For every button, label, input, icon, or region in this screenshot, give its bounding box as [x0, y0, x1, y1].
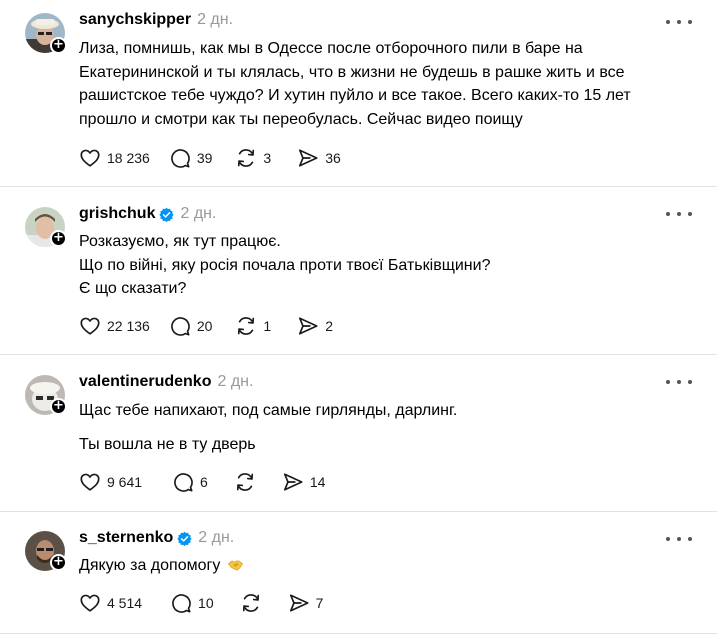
post-text: Щас тебе напихают, под самые гирлянды, д…: [79, 399, 699, 456]
reply-count: 6: [200, 474, 208, 490]
post-text-line: Є що сказати?: [79, 280, 187, 297]
follow-plus-icon[interactable]: +: [50, 554, 67, 571]
share-icon: [297, 315, 319, 337]
post-actions: 4 514 10 7: [79, 592, 323, 614]
verified-badge-icon: [177, 531, 192, 546]
share-button[interactable]: 36: [297, 147, 341, 169]
share-icon: [282, 471, 304, 493]
repost-button[interactable]: [234, 471, 256, 493]
like-count: 4 514: [107, 595, 143, 611]
more-options-icon[interactable]: [666, 375, 692, 389]
post-header: sanychskipper 2 дн.: [79, 10, 233, 30]
heart-icon: [79, 315, 101, 337]
post-text-line: Лиза, помнишь, как мы в Одессе после отб…: [79, 40, 583, 57]
heart-icon: [79, 592, 101, 614]
like-count: 9 641: [107, 474, 143, 490]
post-text-line: рашистское тебе чуждо? И хутин пуйло и в…: [79, 87, 631, 104]
post-header: s_sternenko 2 дн.: [79, 528, 234, 548]
post-text-content: Дякую за допомогу: [79, 557, 221, 574]
like-count: 18 236: [107, 150, 150, 166]
repost-icon: [240, 592, 262, 614]
like-count: 22 136: [107, 318, 150, 334]
share-count: 36: [325, 150, 341, 166]
repost-button[interactable]: 3: [235, 147, 271, 169]
follow-plus-icon[interactable]: +: [50, 37, 67, 54]
post-text-line: Розказуємо, як тут працює.: [79, 233, 281, 250]
heart-icon: [79, 147, 101, 169]
timestamp[interactable]: 2 дн.: [198, 529, 234, 547]
post-text-line: Що по війні, яку росія почала проти твоє…: [79, 256, 491, 274]
repost-count: 3: [263, 150, 272, 166]
reply-button[interactable]: 6: [172, 471, 208, 493]
username[interactable]: sanychskipper: [79, 11, 191, 29]
divider: [0, 633, 717, 634]
follow-plus-icon[interactable]: +: [50, 230, 67, 247]
post-text-paragraph: Щас тебе напихают, под самые гирлянды, д…: [79, 402, 458, 419]
post-text: Розказуємо, як тут працює. Що по війні, …: [79, 230, 699, 301]
post-grishchuk: + grishchuk 2 дн. Розказуємо, як тут пра…: [0, 187, 717, 354]
reply-count: 39: [196, 150, 213, 166]
repost-button[interactable]: [240, 592, 262, 614]
username[interactable]: valentinerudenko: [79, 373, 211, 391]
reply-button[interactable]: 10: [170, 592, 214, 614]
reply-count: 20: [196, 318, 213, 334]
like-button[interactable]: 18 236: [79, 147, 150, 169]
comment-icon: [170, 592, 192, 614]
post-actions: 22 136 20 1 2: [79, 315, 333, 337]
share-button[interactable]: 14: [282, 471, 326, 493]
share-count: 7: [315, 595, 324, 611]
handshake-emoji-icon: [227, 560, 243, 571]
post-actions: 18 236 39 3 36: [79, 147, 341, 169]
like-button[interactable]: 9 641: [79, 471, 142, 493]
repost-count: 1: [263, 318, 272, 334]
reply-button[interactable]: 39: [169, 147, 213, 169]
more-options-icon[interactable]: [666, 207, 692, 221]
post-text-paragraph: Ты вошла не в ту дверь: [79, 435, 256, 453]
post-actions: 9 641 6 14: [79, 471, 325, 493]
share-count: 14: [309, 474, 326, 490]
post-text-line: Дякую за допомогу: [79, 554, 699, 578]
follow-plus-icon[interactable]: +: [50, 398, 67, 415]
post-text-line: прошло и смотри как ты переобулась. Сейч…: [79, 110, 523, 128]
comment-icon: [172, 471, 194, 493]
share-icon: [288, 592, 310, 614]
verified-badge-icon: [159, 207, 174, 222]
share-button[interactable]: 2: [297, 315, 333, 337]
heart-icon: [79, 471, 101, 493]
reply-button[interactable]: 20: [169, 315, 213, 337]
timestamp[interactable]: 2 дн.: [180, 205, 216, 223]
more-options-icon[interactable]: [666, 532, 692, 546]
repost-icon: [235, 147, 257, 169]
post-text: Дякую за допомогу: [79, 554, 699, 578]
more-options-icon[interactable]: [666, 15, 692, 29]
timestamp[interactable]: 2 дн.: [217, 373, 253, 391]
comment-icon: [169, 315, 191, 337]
post-header: grishchuk 2 дн.: [79, 204, 216, 224]
repost-button[interactable]: 1: [235, 315, 271, 337]
timestamp[interactable]: 2 дн.: [197, 11, 233, 29]
post-text-line: Екатерининской и ты клялась, что в жизни…: [79, 63, 625, 81]
share-button[interactable]: 7: [288, 592, 324, 614]
comment-icon: [169, 147, 191, 169]
username[interactable]: grishchuk: [79, 205, 155, 223]
reply-count: 10: [198, 595, 214, 611]
post-header: valentinerudenko 2 дн.: [79, 372, 253, 392]
share-icon: [297, 147, 319, 169]
like-button[interactable]: 22 136: [79, 315, 150, 337]
repost-icon: [235, 315, 257, 337]
post-valentinerudenko: + valentinerudenko 2 дн. Щас тебе напиха…: [0, 355, 717, 511]
username[interactable]: s_sternenko: [79, 529, 173, 547]
like-button[interactable]: 4 514: [79, 592, 142, 614]
share-count: 2: [325, 318, 333, 334]
repost-icon: [234, 471, 256, 493]
post-s_sternenko: + s_sternenko 2 дн. Дякую за допомогу 4 …: [0, 512, 717, 632]
post-sanychskipper: + sanychskipper 2 дн. Лиза, помнишь, как…: [0, 0, 717, 186]
post-text: Лиза, помнишь, как мы в Одессе после отб…: [79, 37, 699, 131]
